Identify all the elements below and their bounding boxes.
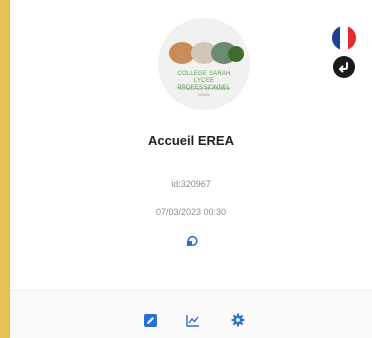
edit-icon	[143, 313, 157, 327]
flag-red	[348, 26, 356, 50]
card-datetime: 07/03/2023 00:30	[155, 207, 227, 217]
card-title: Accueil EREA	[148, 133, 234, 148]
gear-icon	[231, 313, 245, 327]
settings-button[interactable]	[231, 313, 245, 327]
card-id: id:320967	[171, 179, 211, 189]
flag-blue	[332, 26, 340, 50]
flag-white	[340, 26, 348, 50]
language-flag-icon[interactable]	[332, 26, 356, 50]
logo-caption-1: COLLEGE SARAH	[177, 71, 231, 77]
return-arrow-icon	[339, 62, 348, 73]
event-card: COLLEGE SARAH LYCEE PROFESSIONNEL REGION…	[10, 0, 372, 338]
logo-circle-4	[228, 46, 244, 62]
chart-icon	[186, 314, 199, 327]
edit-button[interactable]	[143, 313, 157, 327]
stats-button[interactable]	[186, 313, 200, 327]
sync-icon	[187, 235, 198, 247]
card-actions	[10, 291, 372, 338]
logo-caption-4: WWW	[198, 92, 210, 97]
school-logo: COLLEGE SARAH LYCEE PROFESSIONNEL REGION…	[158, 18, 250, 110]
back-button[interactable]	[333, 56, 355, 78]
